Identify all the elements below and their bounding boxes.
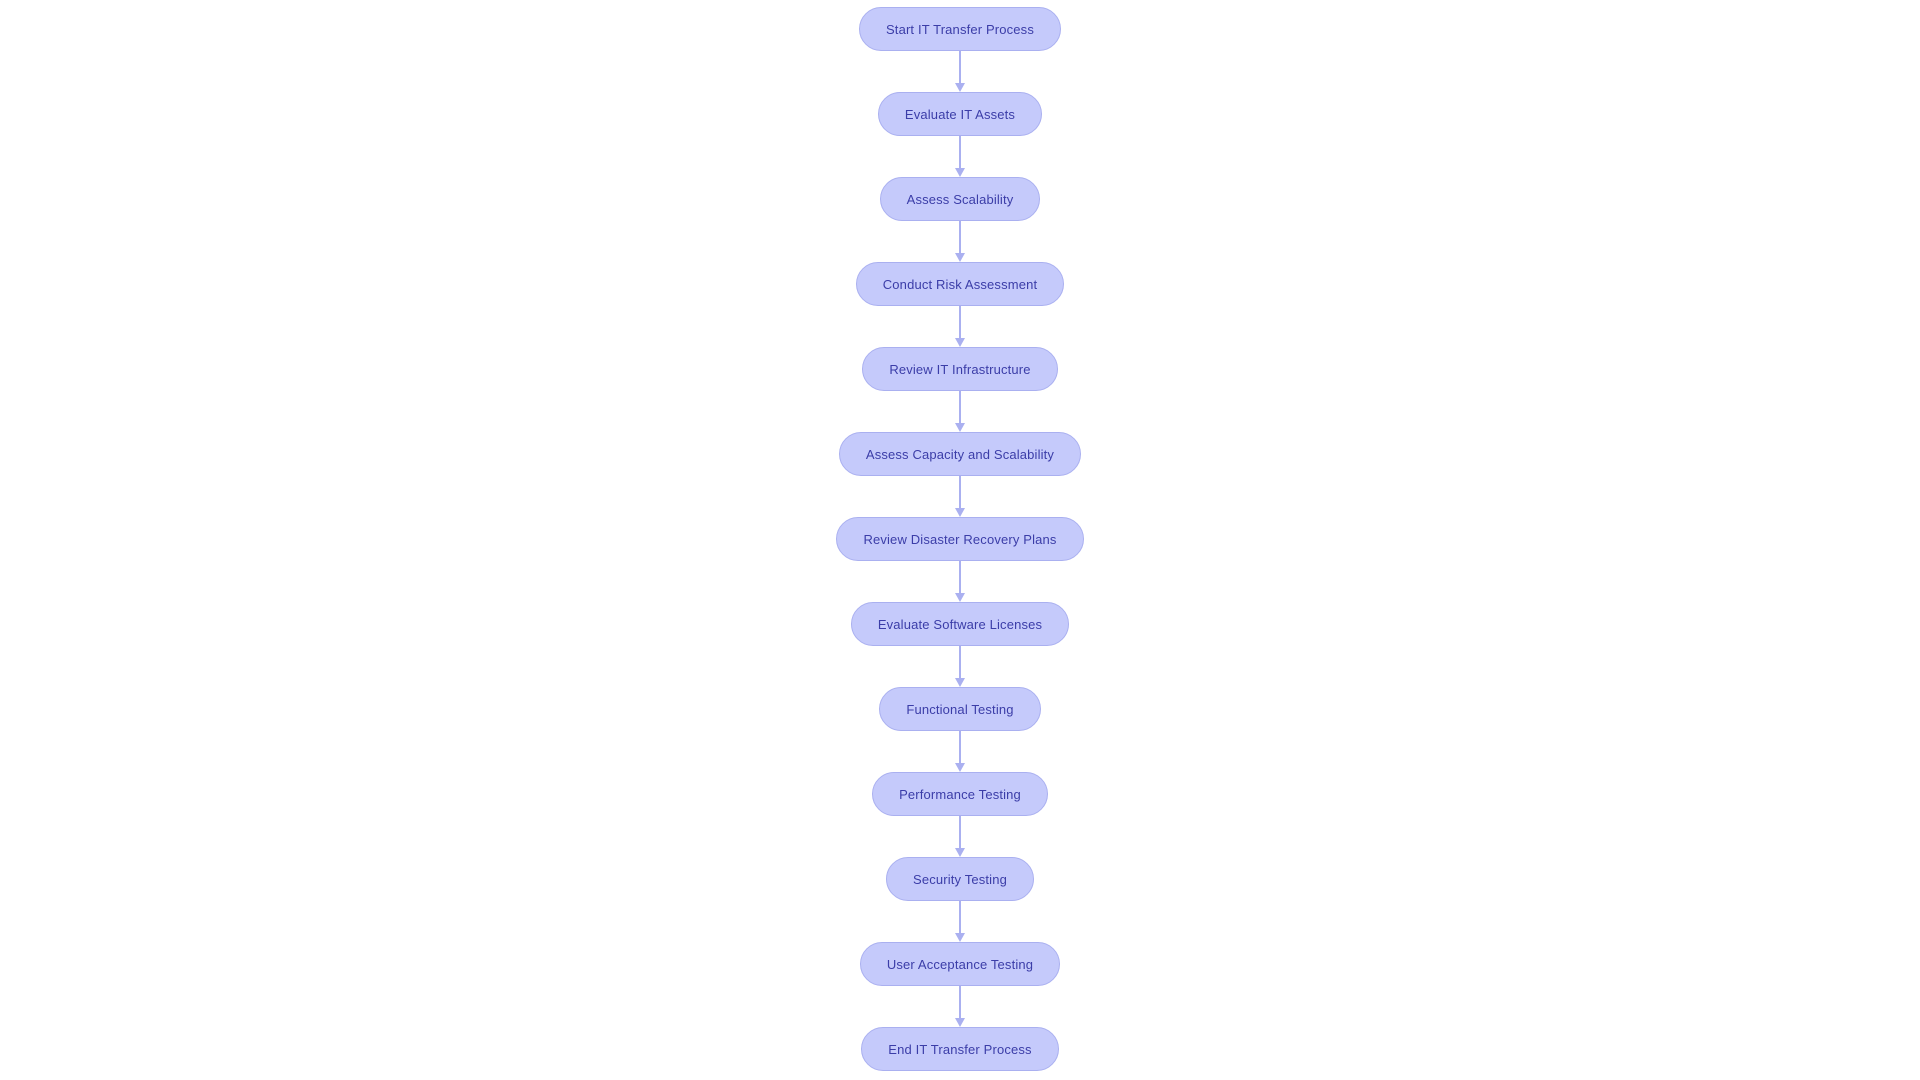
- flow-node[interactable]: Assess Scalability: [879, 177, 1041, 221]
- flow-arrow: [953, 305, 967, 347]
- flow-node[interactable]: Functional Testing: [879, 687, 1041, 731]
- flow-node-label: User Acceptance Testing: [886, 956, 1034, 972]
- flow-node[interactable]: Review Disaster Recovery Plans: [836, 517, 1084, 561]
- arrow-head-icon: [955, 423, 965, 432]
- flow-node-label: Review Disaster Recovery Plans: [863, 531, 1057, 547]
- flow-arrow-line: [959, 900, 961, 934]
- arrow-head-icon: [955, 933, 965, 942]
- flowchart-node-column: Start IT Transfer Process Evaluate IT Ass…: [0, 0, 1920, 1071]
- flow-arrow: [953, 985, 967, 1027]
- flow-arrow-line: [959, 390, 961, 424]
- flow-node[interactable]: Performance Testing: [872, 772, 1048, 816]
- flow-arrow: [953, 815, 967, 857]
- flow-node[interactable]: Review IT Infrastructure: [862, 347, 1058, 391]
- arrow-head-icon: [955, 338, 965, 347]
- flow-node-label: Assess Scalability: [906, 191, 1014, 207]
- flow-node[interactable]: Security Testing: [886, 857, 1034, 901]
- flow-node[interactable]: Evaluate Software Licenses: [850, 602, 1070, 646]
- flow-node-label: Conduct Risk Assessment: [882, 276, 1038, 292]
- flow-arrow: [953, 220, 967, 262]
- flow-arrow-line: [959, 135, 961, 169]
- flow-node-label: Security Testing: [913, 871, 1007, 887]
- flow-node-label: Evaluate IT Assets: [904, 106, 1016, 122]
- arrow-head-icon: [955, 253, 965, 262]
- flow-arrow-line: [959, 475, 961, 509]
- flow-node-label: Start IT Transfer Process: [885, 21, 1034, 37]
- flow-node[interactable]: Conduct Risk Assessment: [855, 262, 1065, 306]
- arrow-head-icon: [955, 508, 965, 517]
- arrow-head-icon: [955, 678, 965, 687]
- flow-arrow: [953, 135, 967, 177]
- flow-node-label: Evaluate Software Licenses: [877, 616, 1043, 632]
- arrow-head-icon: [955, 848, 965, 857]
- flow-node-label: Review IT Infrastructure: [889, 361, 1031, 377]
- flow-arrow: [953, 475, 967, 517]
- flow-arrow-line: [959, 305, 961, 339]
- flow-node[interactable]: Assess Capacity and Scalability: [838, 432, 1082, 476]
- arrow-head-icon: [955, 83, 965, 92]
- flow-node-label: Assess Capacity and Scalability: [865, 446, 1055, 462]
- flow-arrow: [953, 900, 967, 942]
- flow-arrow-line: [959, 50, 961, 84]
- flow-arrow: [953, 645, 967, 687]
- flow-arrow: [953, 50, 967, 92]
- arrow-head-icon: [955, 1018, 965, 1027]
- flow-arrow-line: [959, 730, 961, 764]
- flow-arrow-line: [959, 985, 961, 1019]
- flow-arrow: [953, 730, 967, 772]
- flow-arrow-line: [959, 815, 961, 849]
- flow-node-label: Performance Testing: [899, 786, 1021, 802]
- flow-node[interactable]: User Acceptance Testing: [859, 942, 1061, 986]
- flow-arrow-line: [959, 220, 961, 254]
- arrow-head-icon: [955, 593, 965, 602]
- flow-node-label: End IT Transfer Process: [888, 1041, 1032, 1057]
- flow-node[interactable]: Evaluate IT Assets: [877, 92, 1043, 136]
- flow-node[interactable]: Start IT Transfer Process: [858, 7, 1061, 51]
- arrow-head-icon: [955, 763, 965, 772]
- arrow-head-icon: [955, 168, 965, 177]
- flowchart-canvas: Start IT Transfer Process Evaluate IT Ass…: [0, 0, 1920, 1080]
- flow-arrow: [953, 390, 967, 432]
- flow-arrow: [953, 560, 967, 602]
- flow-node[interactable]: End IT Transfer Process: [861, 1027, 1059, 1071]
- flow-node-label: Functional Testing: [906, 701, 1014, 717]
- flow-arrow-line: [959, 560, 961, 594]
- flow-arrow-line: [959, 645, 961, 679]
